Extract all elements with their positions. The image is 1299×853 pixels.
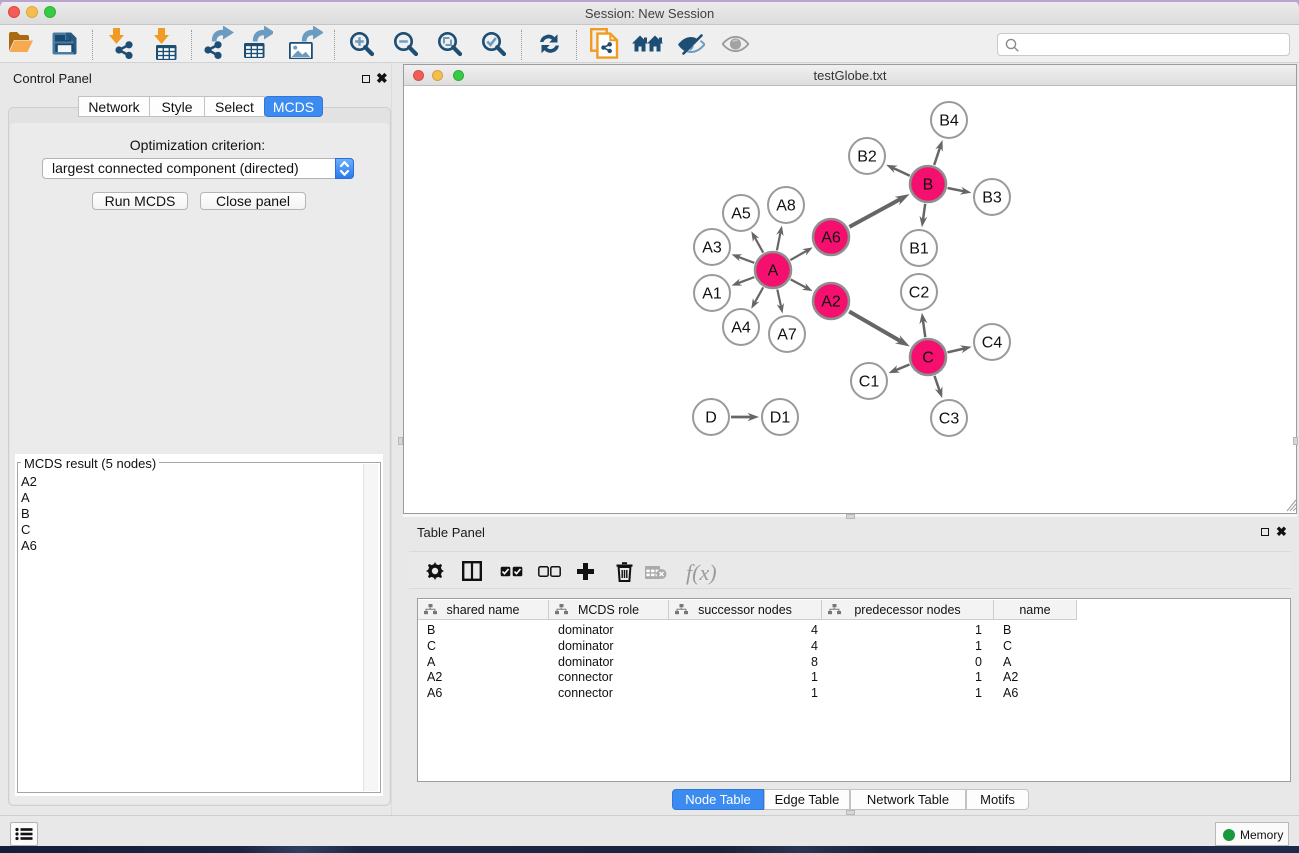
svg-text:D1: D1 (770, 410, 791, 427)
svg-text:A5: A5 (731, 206, 751, 223)
svg-text:B2: B2 (857, 149, 877, 166)
svg-text:D: D (705, 410, 717, 427)
svg-text:A2: A2 (821, 294, 841, 311)
svg-text:A4: A4 (731, 320, 751, 337)
svg-text:C4: C4 (982, 335, 1003, 352)
svg-text:A8: A8 (776, 198, 796, 215)
svg-text:B4: B4 (939, 113, 959, 130)
svg-text:A7: A7 (777, 327, 797, 344)
svg-text:A6: A6 (821, 230, 841, 247)
svg-text:C1: C1 (859, 374, 880, 391)
svg-text:C: C (922, 350, 934, 367)
svg-text:C3: C3 (939, 411, 960, 428)
svg-text:B1: B1 (909, 241, 929, 258)
svg-text:C2: C2 (909, 285, 930, 302)
svg-text:B: B (923, 177, 934, 194)
svg-text:A: A (768, 263, 779, 280)
svg-text:A3: A3 (702, 240, 722, 257)
svg-text:B3: B3 (982, 190, 1002, 207)
svg-text:A1: A1 (702, 286, 722, 303)
